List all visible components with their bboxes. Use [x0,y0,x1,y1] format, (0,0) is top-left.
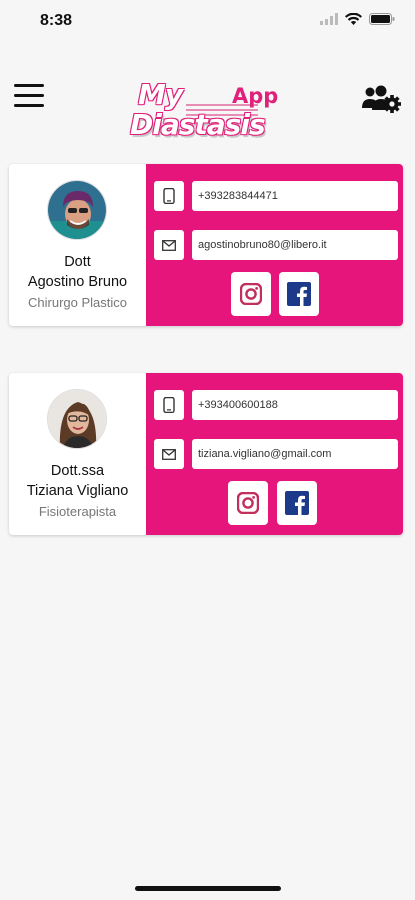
app-header: My App Diastasis [0,70,415,150]
contact-info: Dott Agostino Bruno Chirurgo Plastico [9,164,146,326]
doctor-name: Dott Agostino Bruno [9,252,146,292]
facebook-button[interactable] [279,272,319,316]
phone-field[interactable]: +393400600188 [192,390,398,420]
email-field[interactable]: agostinobruno80@libero.it [192,230,398,260]
instagram-button[interactable] [228,481,268,525]
status-bar: 8:38 [0,0,415,44]
instagram-icon [237,492,259,514]
signal-icon [320,13,338,25]
envelope-icon [154,230,184,260]
instagram-button[interactable] [231,272,271,316]
logo-my-text: My [138,78,183,111]
logo-app-text: App [232,84,279,108]
doctor-title: Dott [64,254,91,270]
mobile-phone-icon [154,390,184,420]
facebook-icon [287,282,311,306]
doctor-title: Dott.ssa [50,463,105,479]
contact-actions: +393283844471 agostinobruno80@libero.it [146,164,403,326]
doctor-role: Fisioterapista [38,504,117,519]
status-icons [320,13,395,25]
users-gear-icon[interactable] [361,84,401,114]
facebook-button[interactable] [277,481,317,525]
envelope-icon [154,439,184,469]
doctor-name: Dott.ssa Tiziana Vigliano [9,461,146,501]
status-time: 8:38 [40,12,73,29]
facebook-icon [285,491,309,515]
app-logo: My App Diastasis [128,78,278,144]
home-indicator[interactable] [135,886,281,891]
mobile-phone-icon [154,181,184,211]
doctor-role: Chirurgo Plastico [28,295,127,310]
doctor-full-name: Agostino Bruno [27,274,128,290]
phone-field[interactable]: +393283844471 [192,181,398,211]
wifi-icon [345,13,362,25]
contact-actions: +393400600188 tiziana.vigliano@gmail.com [146,373,403,535]
contact-card: Dott Agostino Bruno Chirurgo Plastico +3… [9,164,403,326]
avatar [47,180,107,240]
contact-info: Dott.ssa Tiziana Vigliano Fisioterapista [9,373,146,535]
email-field[interactable]: tiziana.vigliano@gmail.com [192,439,398,469]
avatar [47,389,107,449]
logo-diastasis-text: Diastasis [130,108,266,141]
battery-icon [369,13,395,25]
instagram-icon [240,283,262,305]
doctor-full-name: Tiziana Vigliano [26,483,129,499]
contact-card: Dott.ssa Tiziana Vigliano Fisioterapista… [9,373,403,535]
hamburger-menu-icon[interactable] [14,84,44,110]
